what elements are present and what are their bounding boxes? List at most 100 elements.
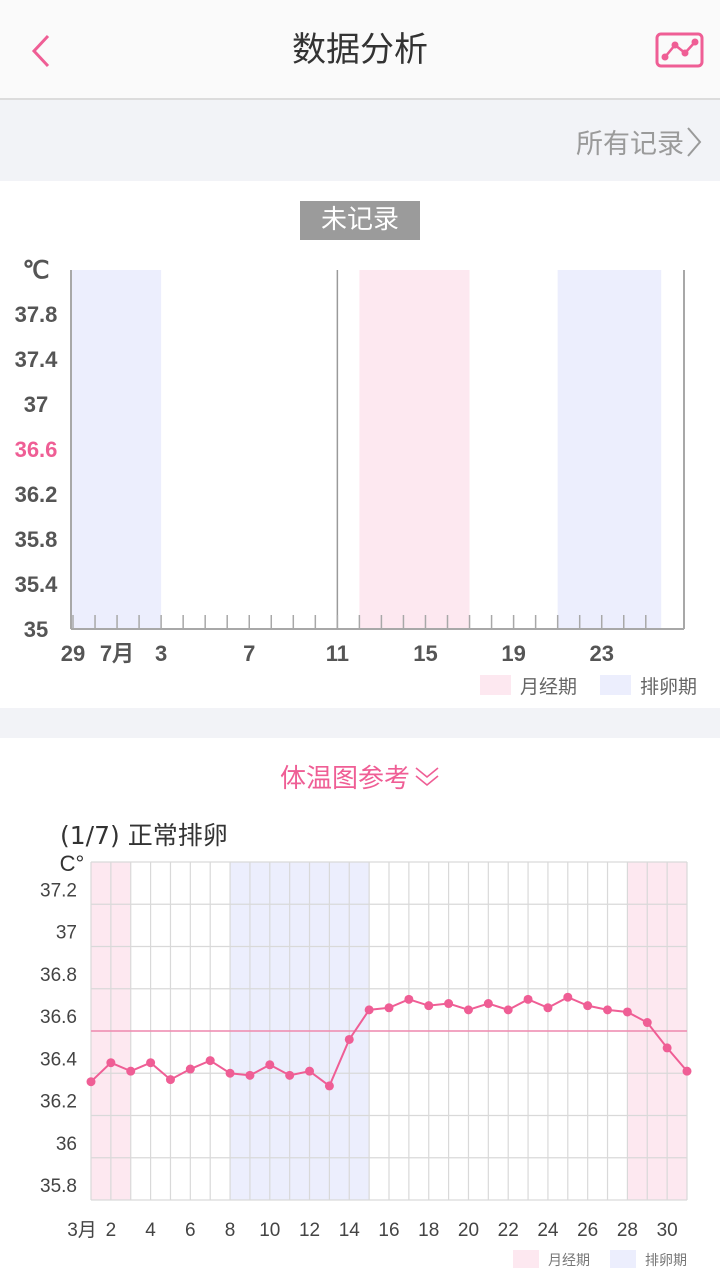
y-tick-label: 37: [24, 392, 48, 417]
chart-view-button[interactable]: [655, 32, 704, 68]
x-tick-label: 30: [657, 1220, 678, 1241]
temperature-point: [126, 1066, 136, 1076]
temperature-point: [603, 1005, 613, 1015]
y-tick-label: 36.4: [40, 1049, 77, 1070]
double-chevron-down-icon: [414, 765, 440, 795]
temperature-point: [682, 1066, 692, 1076]
temperature-point: [344, 1034, 354, 1044]
y-tick-label: 37: [56, 923, 77, 944]
x-tick-label: 19: [501, 641, 525, 666]
ovulation-legend-label: 排卵期: [640, 676, 697, 698]
temperature-point: [503, 1005, 513, 1015]
y-tick-label: 35.8: [15, 527, 58, 552]
temperature-point: [225, 1068, 235, 1078]
temperature-point: [563, 992, 573, 1002]
temperature-point: [384, 1003, 394, 1013]
temperature-point: [305, 1066, 315, 1076]
x-tick-label: 22: [498, 1220, 519, 1241]
temperature-point: [205, 1056, 215, 1066]
reference-chart-title: 体温图参考: [279, 764, 410, 794]
temperature-point: [424, 1001, 434, 1011]
temperature-point: [662, 1043, 672, 1053]
temperature-point: [285, 1070, 295, 1080]
temperature-point: [86, 1077, 96, 1087]
temperature-point: [185, 1064, 195, 1074]
x-tick-label: 4: [145, 1220, 156, 1241]
period-legend-label: 月经期: [520, 676, 577, 698]
all-records-link[interactable]: 所有记录: [576, 122, 702, 161]
period-legend-label: 月经期: [548, 1252, 590, 1268]
y-tick-label: 37.2: [40, 880, 77, 901]
ovulation-legend-label: 排卵期: [645, 1252, 687, 1268]
page-title: 数据分析: [292, 30, 428, 70]
temperature-point: [245, 1070, 255, 1080]
reference-chart-toggle[interactable]: 体温图参考: [0, 758, 720, 795]
records-bar: 所有记录: [0, 100, 720, 181]
temperature-point: [463, 1005, 473, 1015]
y-tick-label: 36: [56, 1134, 77, 1155]
y-tick-label: 35: [24, 617, 48, 642]
x-tick-label: 26: [577, 1220, 598, 1241]
x-tick-label: 7: [243, 641, 255, 666]
y-tick-label: 37.4: [15, 347, 59, 372]
x-tick-label: 2: [106, 1220, 117, 1241]
x-tick-label: 15: [413, 641, 437, 666]
y-axis-unit: ℃: [23, 257, 50, 284]
temperature-point: [364, 1005, 374, 1015]
x-tick-label: 7月: [100, 641, 134, 666]
x-tick-label: 6: [185, 1220, 196, 1241]
current-cycle-chart: ℃ 37.837.43736.636.235.835.435 29 7月 3 7 11 1…: [15, 257, 697, 698]
period-band: [359, 270, 470, 629]
section-divider: [0, 708, 720, 738]
temperature-point: [583, 1001, 593, 1011]
y-tick-label: 35.8: [40, 1176, 77, 1197]
line-chart-icon: [655, 32, 704, 68]
x-tick-label: 10: [259, 1220, 280, 1241]
y-tick-label: 36.6: [40, 1007, 77, 1028]
chevron-left-icon: [31, 34, 50, 68]
temperature-point: [404, 994, 414, 1004]
temperature-point: [444, 999, 454, 1009]
x-tick-label: 16: [378, 1220, 399, 1241]
x-tick-label: 20: [458, 1220, 479, 1241]
y-tick-label: 36.2: [40, 1092, 77, 1113]
y-tick-label: 35.4: [15, 572, 59, 597]
temperature-chart-section: 未记录 ℃ 37.8 37.4 37 36.6 36.2 35.8 35.4 35 29 7月 3…: [0, 181, 720, 708]
period-legend-swatch: [513, 1250, 539, 1268]
x-tick-label: 29: [61, 641, 85, 666]
back-button[interactable]: [24, 30, 64, 70]
temperature-point: [483, 999, 493, 1009]
temperature-point: [523, 994, 533, 1004]
top-bar: 数据分析: [0, 0, 720, 100]
y-tick-label: 36.6: [15, 437, 58, 462]
ovulation-band: [557, 270, 662, 629]
x-tick-label: 23: [589, 641, 613, 666]
all-records-label: 所有记录: [576, 129, 684, 160]
x-tick-label: 8: [225, 1220, 236, 1241]
temperature-point: [106, 1058, 116, 1068]
temperature-point: [543, 1003, 553, 1013]
x-tick-label: 14: [339, 1220, 361, 1241]
y-tick-label: 36.2: [15, 482, 58, 507]
ovulation-legend-swatch: [600, 675, 631, 695]
x-tick-label: 28: [617, 1220, 638, 1241]
ovulation-legend-swatch: [610, 1250, 636, 1268]
x-tick-label: 18: [418, 1220, 439, 1241]
ovulation-band: [71, 270, 162, 629]
temperature-point: [622, 1007, 632, 1017]
x-tick-label: 11: [326, 641, 349, 666]
temperature-point: [265, 1060, 275, 1070]
temperature-point: [324, 1081, 334, 1091]
x-tick-label: 3月: [67, 1220, 97, 1241]
temperature-point: [642, 1018, 652, 1028]
x-tick-label: 12: [299, 1220, 320, 1241]
y-axis-unit: C°: [60, 851, 85, 876]
x-tick-label: 3: [155, 641, 167, 666]
period-legend-swatch: [480, 675, 511, 695]
temperature-point: [165, 1075, 175, 1085]
temperature-point: [146, 1058, 156, 1068]
x-tick-label: 24: [537, 1220, 559, 1241]
y-tick-label: 37.8: [15, 302, 58, 327]
reference-temperature-chart: C° 37.23736.836.636.436.23635.8 3月 2 4 6 8 10…: [40, 851, 692, 1268]
chevron-right-icon: [687, 126, 702, 157]
